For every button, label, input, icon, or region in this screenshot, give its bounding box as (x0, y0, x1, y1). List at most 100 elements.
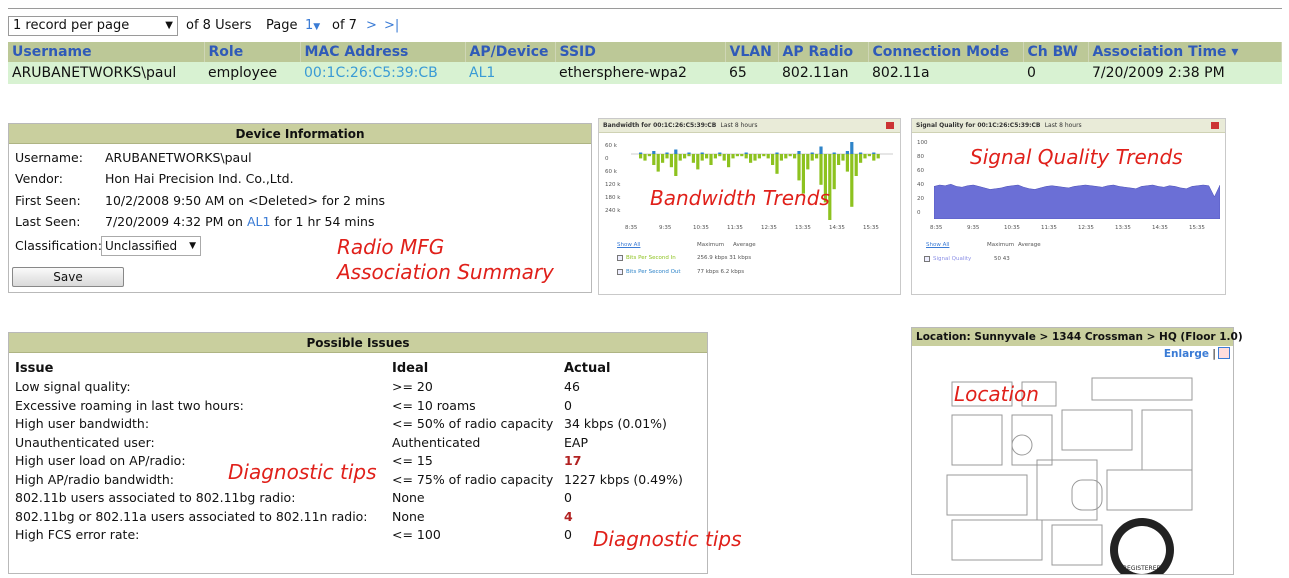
bandwidth-show-all-link[interactable]: Show All (617, 242, 640, 248)
table-row: Excessive roaming in last two hours: <= 1… (15, 396, 704, 415)
signal-quality-values: 50 43 (994, 256, 1010, 262)
records-per-page-select[interactable]: 1 record per page ▼ (8, 16, 178, 36)
annotation-diagnostic-tips-2: Diagnostic tips (593, 527, 742, 551)
issue-actual: EAP (564, 434, 588, 450)
col-ch-bw[interactable]: Ch BW (1023, 42, 1089, 62)
enlarge-link[interactable]: Enlarge (1164, 348, 1209, 360)
y-tick-label: 240 k (605, 208, 621, 214)
cell-connection-mode: 802.11a (868, 62, 1023, 84)
bandwidth-out-bar (639, 152, 643, 154)
flag-icon[interactable] (1218, 347, 1230, 359)
bandwidth-in-bar (639, 154, 643, 159)
bandwidth-in-bar (876, 154, 880, 159)
col-vlan[interactable]: VLAN (725, 42, 779, 62)
bandwidth-in-bar (749, 154, 753, 163)
bandwidth-range: Last 8 hours (720, 122, 758, 129)
col-ap-radio[interactable]: AP Radio (778, 42, 869, 62)
device-vendor-row: Vendor: Hon Hai Precision Ind. Co.,Ltd. (15, 171, 294, 186)
signal-show-all-link[interactable]: Show All (926, 242, 949, 248)
issue-ideal: <= 50% of radio capacity (392, 416, 554, 432)
bandwidth-in-bar (727, 154, 731, 168)
cell-mac-link[interactable]: 00:1C:26:C5:39:CB (300, 62, 465, 84)
col-username[interactable]: Username (8, 42, 205, 62)
bandwidth-out-bar (850, 142, 854, 154)
col-association-time[interactable]: Association Time ▾ (1088, 42, 1282, 62)
x-tick-label: 8:35 (625, 225, 638, 231)
col-role[interactable]: Role (204, 42, 301, 62)
y-tick-label: 20 (917, 196, 924, 202)
bandwidth-in-bar (652, 154, 656, 165)
y-tick-label: 0 (917, 210, 921, 216)
vendor-value: Hon Hai Precision Ind. Co.,Ltd. (105, 171, 294, 186)
issues-col-ideal: Ideal (392, 360, 429, 376)
dropdown-arrow-icon: ▼ (189, 241, 196, 251)
chart-menu-icon[interactable] (1211, 122, 1219, 129)
issue-name: Unauthenticated user: (15, 434, 155, 450)
chart-menu-icon[interactable] (886, 122, 894, 129)
issue-name: 802.11bg or 802.11a users associated to … (15, 508, 368, 524)
bandwidth-in-bar (832, 154, 836, 190)
x-tick-label: 9:35 (967, 225, 980, 231)
bandwidth-in-bar (678, 154, 682, 161)
bandwidth-in-bar (850, 154, 854, 207)
bandwidth-in-bar (797, 154, 801, 181)
classification-select[interactable]: Unclassified ▼ (101, 236, 201, 256)
col-connection-mode[interactable]: Connection Mode (868, 42, 1024, 62)
username-value: ARUBANETWORKS\paul (105, 150, 252, 165)
annotation-signal-trends: Signal Quality Trends (970, 145, 1183, 169)
x-tick-label: 9:35 (659, 225, 672, 231)
signal-title-text: Signal Quality for 00:1C:26:C5:39:CB (916, 122, 1041, 129)
next-page-link[interactable]: > (366, 18, 377, 33)
issue-name: Low signal quality: (15, 379, 131, 395)
issue-actual: 34 kbps (0.01%) (564, 416, 667, 432)
location-panel: Location: Sunnyvale > 1344 Crossman > HQ… (911, 327, 1243, 575)
bandwidth-in-bar (705, 154, 709, 159)
bandwidth-in-bar (661, 154, 665, 163)
x-tick-label: 12:35 (761, 225, 777, 231)
bandwidth-out-bar (744, 152, 748, 154)
bandwidth-in-bar (793, 154, 797, 159)
cell-ap-link[interactable]: AL1 (465, 62, 555, 84)
issues-col-actual: Actual (564, 360, 611, 376)
signal-checkbox[interactable] (924, 256, 930, 262)
bandwidth-in-bar (647, 154, 651, 157)
x-tick-label: 15:35 (1189, 225, 1205, 231)
bandwidth-in-bar (674, 154, 678, 176)
y-tick-label: 80 (917, 154, 924, 160)
classification-value: Unclassified (105, 239, 178, 253)
signal-area (934, 183, 1220, 219)
col-mac[interactable]: MAC Address (300, 42, 466, 62)
last-page-link[interactable]: >| (384, 18, 399, 33)
bandwidth-in-bar (788, 154, 792, 157)
bandwidth-in-bar (722, 154, 726, 161)
x-tick-label: 11:35 (1041, 225, 1057, 231)
cell-vlan: 65 (725, 62, 778, 84)
bandwidth-out-checkbox[interactable] (617, 269, 623, 275)
save-button[interactable]: Save (12, 267, 124, 287)
annotation-location: Location (954, 382, 1039, 406)
bandwidth-out-bar (832, 152, 836, 154)
bandwidth-in-values: 256.9 kbps 31 kbps (697, 255, 752, 261)
bandwidth-out-bar (718, 152, 722, 154)
col-ap-device[interactable]: AP/Device (465, 42, 556, 62)
table-row[interactable]: ARUBANETWORKS\paul employee 00:1C:26:C5:… (8, 62, 1282, 84)
bandwidth-out-label: Bits Per Second Out (626, 269, 681, 275)
issues-header-row: Issue Ideal Actual (15, 359, 704, 378)
stamp-text: REGISTERED (1123, 565, 1162, 572)
bandwidth-in-checkbox[interactable] (617, 255, 623, 261)
annotation-association-summary: Association Summary (337, 260, 554, 284)
page-number-select[interactable]: 1▼ (305, 18, 320, 33)
y-tick-label: 0 (605, 156, 609, 162)
bandwidth-in-bar (815, 154, 819, 159)
bandwidth-in-bar (762, 154, 766, 157)
bandwidth-out-bar (665, 152, 669, 154)
last-seen-duration: for 1 hr 54 mins (270, 214, 375, 229)
last-seen-ap-link[interactable]: AL1 (247, 214, 270, 229)
bandwidth-in-bar (867, 154, 871, 157)
col-ssid[interactable]: SSID (555, 42, 726, 62)
bandwidth-in-bar (806, 154, 810, 170)
cell-association-time: 7/20/2009 2:38 PM (1088, 62, 1282, 84)
x-tick-label: 13:35 (795, 225, 811, 231)
first-seen-value: 10/2/2008 9:50 AM on <Deleted> for 2 min… (105, 193, 386, 208)
bandwidth-in-bar (784, 154, 788, 159)
